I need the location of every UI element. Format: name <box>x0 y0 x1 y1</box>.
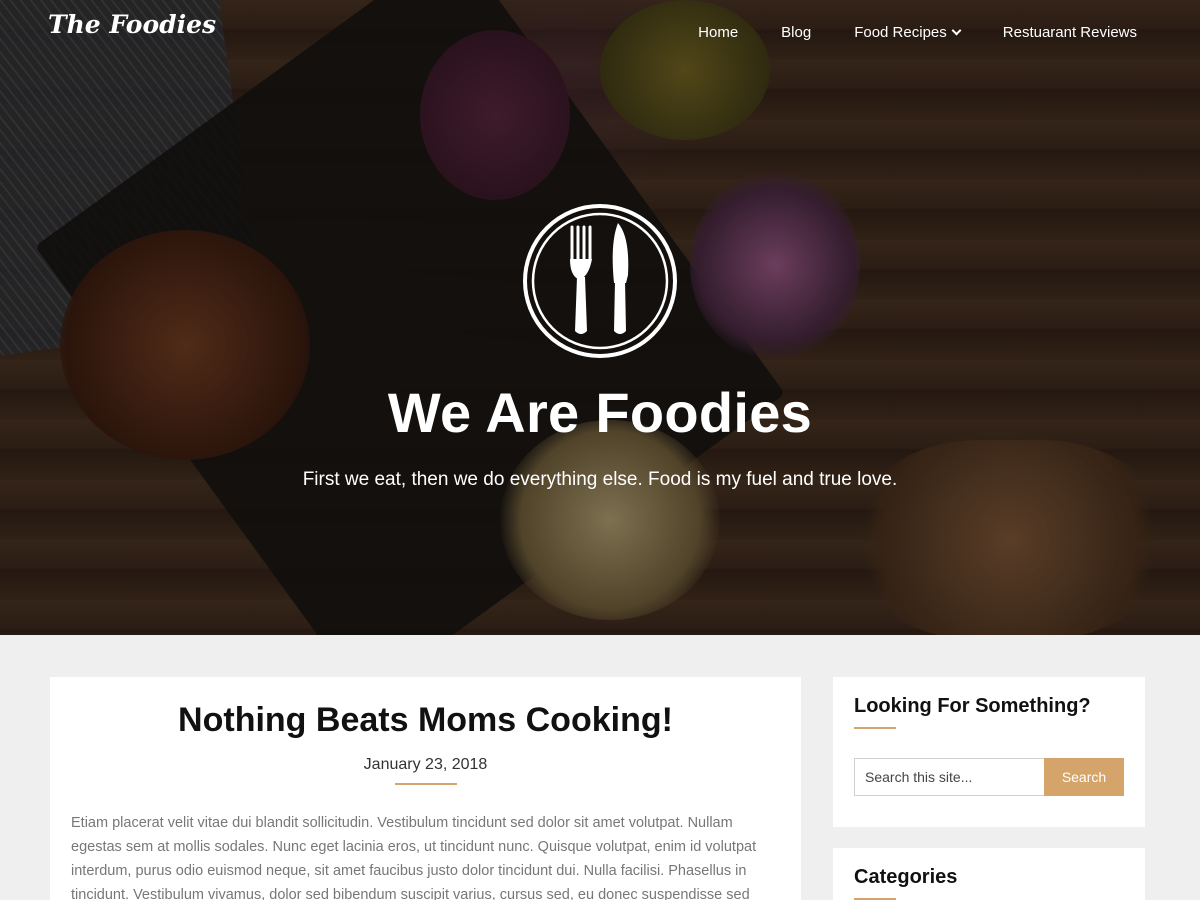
nav-food-recipes[interactable]: Food Recipes <box>854 24 962 41</box>
categories-widget: Categories <box>833 848 1145 900</box>
post-divider <box>394 783 457 785</box>
main-nav: Home Blog Food Recipes Restuarant Review… <box>698 24 1137 41</box>
post-excerpt: Etiam placerat velit vitae dui blandit s… <box>71 815 757 900</box>
hero-subtitle: First we eat, then we do everything else… <box>302 469 898 490</box>
post-title[interactable]: Nothing Beats Moms Cooking! <box>50 701 801 740</box>
search-button[interactable]: Search <box>1044 758 1124 796</box>
nav-restaurant-reviews-label: Restuarant Reviews <box>1002 24 1137 41</box>
nav-blog-label: Blog <box>781 24 812 41</box>
search-widget-title: Looking For Something? <box>854 695 1091 717</box>
nav-blog[interactable]: Blog <box>781 24 811 41</box>
hero-title: We Are Foodies <box>387 381 813 444</box>
search-widget: Looking For Something? Search <box>833 677 1145 827</box>
site-logo[interactable]: The Foodies <box>48 10 216 39</box>
search-input[interactable] <box>854 758 1044 796</box>
post-card: Nothing Beats Moms Cooking! January 23, … <box>50 677 801 900</box>
nav-restaurant-reviews[interactable]: Restuarant Reviews <box>1003 24 1137 41</box>
nav-food-recipes-label: Food Recipes <box>854 24 947 41</box>
post-date: January 23, 2018 <box>363 756 488 773</box>
nav-home[interactable]: Home <box>698 24 738 41</box>
chevron-down-icon <box>951 25 962 36</box>
hero-banner: The Foodies Home Blog Food Recipes Restu… <box>0 0 1200 635</box>
categories-widget-title: Categories <box>854 866 958 888</box>
search-form: Search <box>854 758 1124 796</box>
search-widget-divider <box>854 727 896 729</box>
nav-home-label: Home <box>698 24 739 41</box>
fork-knife-icon <box>523 204 677 358</box>
